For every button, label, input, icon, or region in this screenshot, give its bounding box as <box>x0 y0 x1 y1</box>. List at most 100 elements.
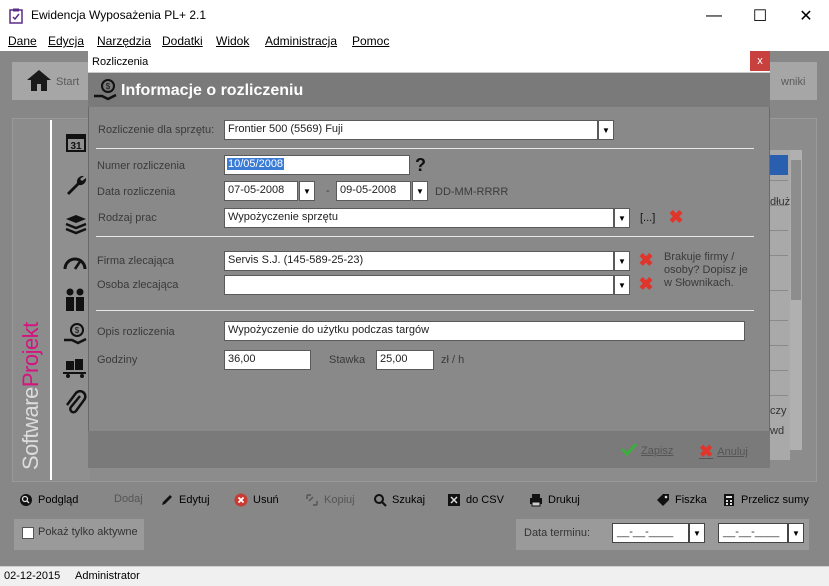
deadline-label: Data terminu: <box>524 527 591 539</box>
excel-icon <box>447 493 461 507</box>
help-icon[interactable]: ? <box>415 155 426 176</box>
people-icon[interactable] <box>62 287 88 316</box>
recalculate-button[interactable]: Przelicz sumy <box>722 493 809 507</box>
person-dropdown-arrow[interactable]: ▼ <box>614 275 630 295</box>
svg-text:31: 31 <box>70 141 82 152</box>
menu-edycja[interactable]: Edycja <box>48 34 84 48</box>
cancel-button[interactable]: ✖ Anuluj <box>699 442 748 462</box>
delete-button[interactable]: Usuń <box>234 493 279 507</box>
add-label: Dodaj <box>114 493 143 505</box>
date-from-dropdown[interactable]: ▼ <box>299 181 315 201</box>
gauge-icon[interactable] <box>62 252 88 275</box>
copy-button[interactable]: Kopiuj <box>305 493 355 507</box>
menu-dodatki[interactable]: Dodatki <box>162 34 203 48</box>
description-input[interactable]: Wypożyczenie do użytku podczas targów <box>224 321 745 341</box>
company-dropdown-arrow[interactable]: ▼ <box>614 251 630 271</box>
company-label: Firma zlecająca <box>97 255 175 267</box>
number-selected-text: 10/05/2008 <box>227 158 285 170</box>
work-type-browse-button[interactable]: [...] <box>640 212 655 224</box>
close-button[interactable]: ✕ <box>783 0 829 31</box>
dialog-heading: Informacje o rozliczeniu <box>121 82 304 99</box>
dialog-close-button[interactable]: x <box>750 51 770 71</box>
start-button-label[interactable]: Start <box>56 76 79 88</box>
list-row-divider <box>770 395 788 396</box>
clear-work-type-icon[interactable]: ✖ <box>667 208 685 226</box>
only-active-label: Pokaż tylko aktywne <box>38 526 138 538</box>
divider <box>96 310 754 311</box>
print-label: Drukuj <box>548 494 580 506</box>
money-hand-icon[interactable]: $ <box>62 322 88 349</box>
list-row-divider <box>770 320 788 321</box>
money-hand-icon: $ <box>92 78 118 102</box>
preview-button[interactable]: Podgląd <box>19 493 78 507</box>
work-type-select[interactable]: Wypożyczenie sprzętu <box>224 208 614 228</box>
number-input[interactable]: 10/05/2008 <box>224 155 410 175</box>
list-row-divider <box>770 180 788 181</box>
rate-label: Stawka <box>329 354 366 366</box>
missing-entry-hint: Brakuje firmy / osoby? Dopisz je w Słown… <box>664 251 748 289</box>
copy-icon <box>305 493 319 507</box>
search-button[interactable]: Szukaj <box>373 493 425 507</box>
save-button[interactable]: Zapisz <box>620 442 673 459</box>
deadline-from-input[interactable]: __-__-____ <box>612 523 689 543</box>
print-button[interactable]: Drukuj <box>529 493 580 507</box>
clear-person-icon[interactable]: ✖ <box>637 275 655 293</box>
home-icon[interactable] <box>26 68 52 95</box>
person-label: Osoba zlecająca <box>97 279 179 291</box>
rate-unit: zł / h <box>441 354 465 366</box>
deadline-from-dropdown[interactable]: ▼ <box>689 523 705 543</box>
pencil-icon <box>160 493 174 507</box>
person-select[interactable] <box>224 275 614 295</box>
toolbar-fragment-label: wniki <box>781 76 806 88</box>
export-csv-label: do CSV <box>466 494 504 506</box>
wrench-icon[interactable] <box>64 173 88 200</box>
list-scrollbar-thumb[interactable] <box>791 160 801 300</box>
minimize-button[interactable]: — <box>691 0 737 31</box>
deadline-to-input[interactable]: __-__-____ <box>718 523 788 543</box>
menu-administracja[interactable]: Administracja <box>265 34 337 48</box>
menu-narzedzia[interactable]: Narzędzia <box>97 34 151 48</box>
number-label: Numer rozliczenia <box>97 160 186 172</box>
equipment-dropdown-arrow[interactable]: ▼ <box>598 120 614 140</box>
background-list-selected-row <box>770 155 788 175</box>
edit-button[interactable]: Edytuj <box>160 493 210 507</box>
work-type-dropdown-arrow[interactable]: ▼ <box>614 208 630 228</box>
cancel-label: Anuluj <box>717 446 748 458</box>
hours-input[interactable]: 36,00 <box>224 350 311 370</box>
svg-text:$: $ <box>106 82 111 91</box>
only-active-checkbox[interactable] <box>22 527 34 539</box>
calendar-icon[interactable]: 31 <box>64 130 88 157</box>
menu-widok[interactable]: Widok <box>216 34 249 48</box>
search-icon <box>19 493 33 507</box>
checkmark-icon <box>620 442 638 459</box>
app-clipboard-icon <box>9 8 23 24</box>
layers-icon[interactable] <box>64 213 88 238</box>
date-to-dropdown[interactable]: ▼ <box>412 181 428 201</box>
export-csv-button[interactable]: do CSV <box>447 493 504 507</box>
list-row-divider <box>770 255 788 256</box>
dialog-title: Rozliczenia <box>92 56 149 68</box>
equipment-select[interactable]: Frontier 500 (5569) Fuji <box>224 120 598 140</box>
list-cell-fragment: dłuż <box>770 196 791 208</box>
clear-company-icon[interactable]: ✖ <box>637 251 655 269</box>
card-button[interactable]: Fiszka <box>656 493 707 507</box>
rate-input[interactable]: 25,00 <box>376 350 434 370</box>
paperclip-icon[interactable] <box>64 389 88 419</box>
list-cell-fragment: wd <box>770 425 785 437</box>
list-row-divider <box>770 370 788 371</box>
date-to-input[interactable]: 09-05-2008 <box>336 181 411 201</box>
magnifier-icon <box>373 493 387 507</box>
svg-text:$: $ <box>75 326 80 335</box>
list-row-divider <box>770 290 788 291</box>
cart-icon[interactable] <box>62 357 88 382</box>
list-cell-fragment: czy <box>770 405 787 417</box>
deadline-to-dropdown[interactable]: ▼ <box>788 523 804 543</box>
company-select[interactable]: Servis S.J. (145-589-25-23) <box>224 251 614 271</box>
recalculate-label: Przelicz sumy <box>741 494 809 506</box>
menu-pomoc[interactable]: Pomoc <box>352 34 389 48</box>
add-button[interactable]: Dodaj <box>114 493 143 505</box>
menu-dane[interactable]: Dane <box>8 34 37 48</box>
maximize-button[interactable]: ☐ <box>737 0 783 31</box>
date-from-input[interactable]: 07-05-2008 <box>224 181 298 201</box>
list-row-divider <box>770 230 788 231</box>
